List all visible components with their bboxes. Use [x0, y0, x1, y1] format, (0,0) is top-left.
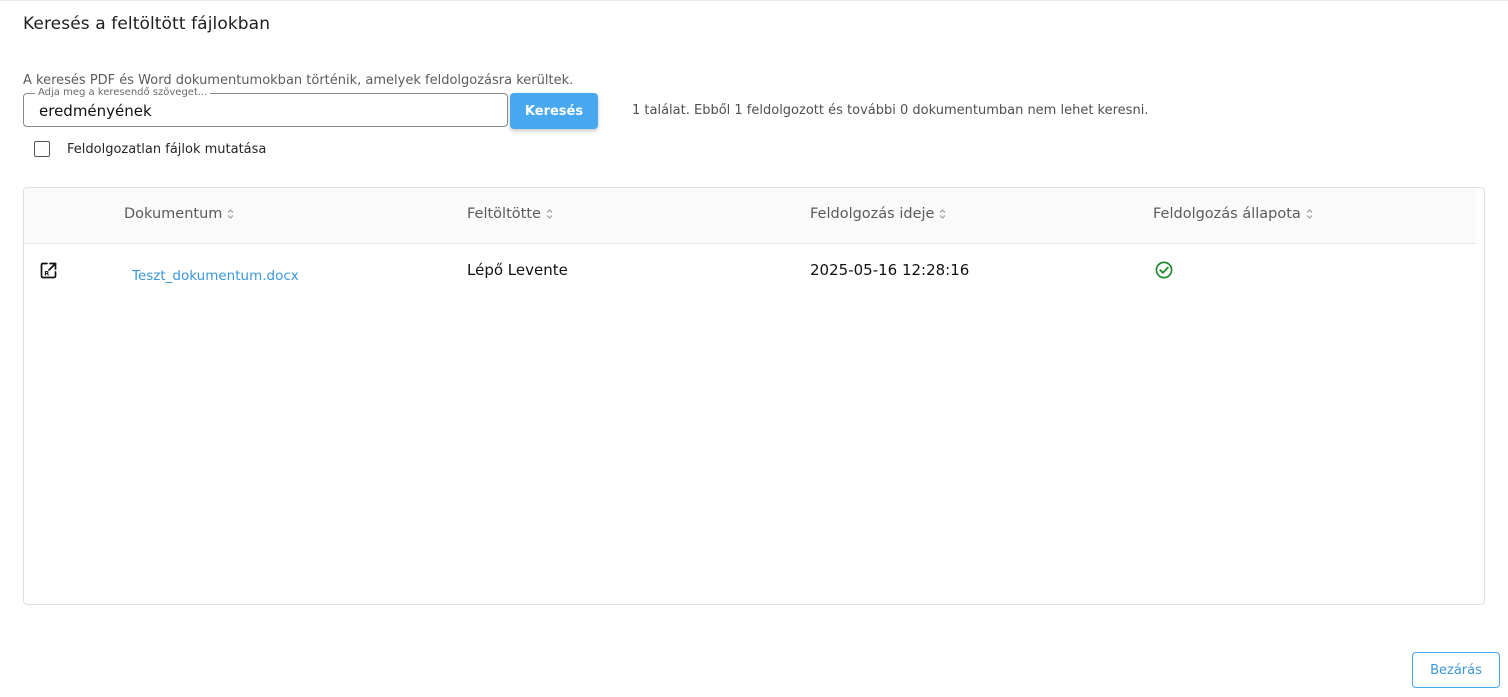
show-unprocessed-label: Feldolgozatlan fájlok mutatása: [67, 141, 267, 157]
sort-icon: [1306, 209, 1313, 219]
column-header-label: Feltöltötte: [467, 206, 541, 222]
table-row: R Teszt_dokumentum.docx Lépő Levente 202…: [24, 244, 1484, 300]
uploader-cell: Lépő Levente: [467, 261, 568, 279]
column-header-label: Dokumentum: [124, 206, 223, 222]
column-header-processed-at[interactable]: Feldolgozás ideje: [810, 206, 946, 222]
search-input[interactable]: [39, 101, 494, 121]
show-unprocessed-checkbox[interactable]: [34, 141, 50, 157]
search-button[interactable]: Keresés: [510, 93, 598, 129]
search-field[interactable]: Adja meg a keresendő szöveget...: [23, 87, 508, 127]
search-hint: A keresés PDF és Word dokumentumokban tö…: [23, 73, 574, 88]
page-title: Keresés a feltöltött fájlokban: [23, 14, 271, 34]
open-external-icon[interactable]: R: [39, 261, 58, 280]
sort-icon: [940, 209, 946, 219]
document-link[interactable]: Teszt_dokumentum.docx: [132, 268, 299, 284]
svg-text:R: R: [44, 269, 49, 277]
sort-icon: [228, 209, 234, 219]
show-unprocessed-toggle[interactable]: Feldolgozatlan fájlok mutatása: [34, 140, 266, 158]
column-header-status[interactable]: Feldolgozás állapota: [1153, 206, 1313, 222]
table-header: Dokumentum Feltöltötte Feldolgozás ideje…: [24, 188, 1476, 244]
close-button[interactable]: Bezárás: [1412, 652, 1500, 688]
column-header-label: Feldolgozás állapota: [1153, 206, 1301, 222]
column-header-label: Feldolgozás ideje: [810, 206, 935, 222]
processed-at-cell: 2025-05-16 12:28:16: [810, 261, 970, 279]
sort-icon: [546, 209, 553, 219]
result-summary: 1 találat. Ebből 1 feldolgozott és továb…: [632, 103, 1149, 118]
results-table: Dokumentum Feltöltötte Feldolgozás ideje…: [23, 187, 1485, 605]
top-divider: [0, 0, 1508, 1]
check-circle-icon: [1155, 261, 1173, 279]
column-header-uploader[interactable]: Feltöltötte: [467, 206, 553, 222]
column-header-document[interactable]: Dokumentum: [124, 206, 234, 222]
search-field-label: Adja meg a keresendő szöveget...: [35, 87, 211, 99]
